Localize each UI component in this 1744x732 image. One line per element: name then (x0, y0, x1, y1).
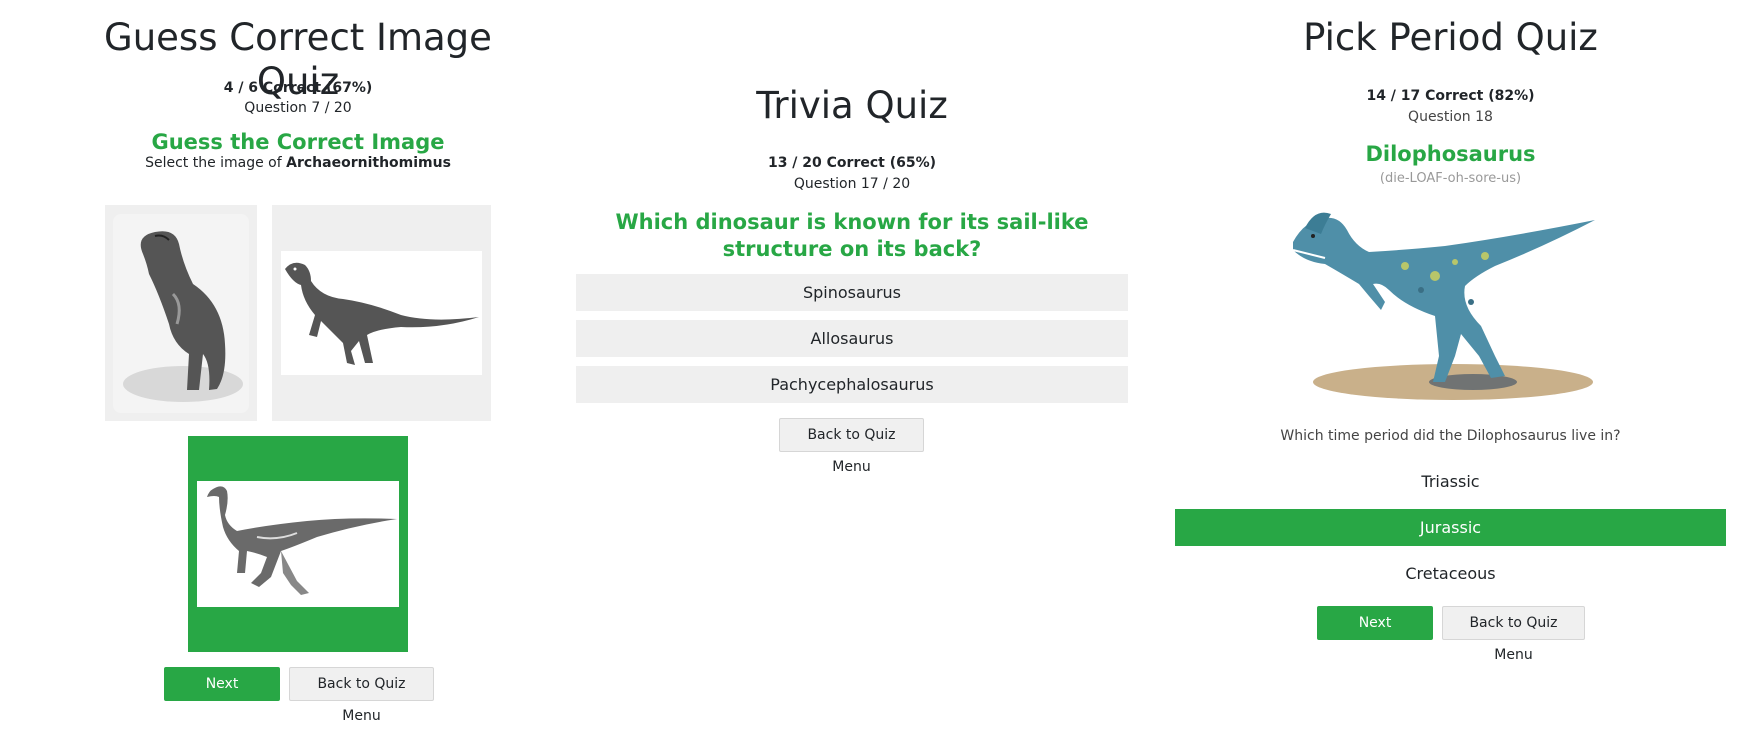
dinosaur-sketch-image-2 (281, 251, 482, 375)
period-option-cretaceous[interactable]: Cretaceous (1175, 555, 1726, 592)
image-option-1[interactable] (105, 205, 257, 421)
trivia-quiz-score: 13 / 20 Correct (65%) (767, 155, 937, 171)
image-quiz-score: 4 / 6 Correct (67%) (223, 80, 373, 96)
dinosaur-sketch-image-1 (113, 214, 249, 413)
trivia-quiz-question-number: Question 17 / 20 (793, 176, 911, 192)
period-quiz-title: Pick Period Quiz (1303, 16, 1598, 59)
next-question-button[interactable]: Next Question (164, 667, 280, 724)
period-option-jurassic[interactable]: Jurassic (1175, 509, 1726, 546)
back-to-quiz-menu-button[interactable]: Back to Quiz Menu (779, 418, 924, 475)
back-to-quiz-menu-button[interactable]: Back to Quiz Menu (1442, 606, 1585, 663)
prompt-dino-name: Archaeornithomimus (286, 155, 451, 171)
dinosaur-name: Dilophosaurus (1365, 142, 1536, 166)
trivia-question-text: Which dinosaur is known for its sail-lik… (615, 210, 1089, 261)
trivia-quiz-title: Trivia Quiz (756, 84, 948, 127)
dilophosaurus-illustration (1285, 206, 1615, 402)
next-question-button[interactable]: Next Question (1317, 606, 1433, 663)
answer-option-1[interactable]: Spinosaurus (576, 274, 1128, 311)
period-question-prompt: Which time period did the Dilophosaurus … (1280, 428, 1621, 444)
image-option-3-selected[interactable] (188, 436, 408, 652)
dinosaur-pronunciation: (die-LOAF-oh-sore-us) (1379, 171, 1522, 186)
back-to-quiz-menu-button[interactable]: Back to Quiz Menu (289, 667, 434, 724)
image-quiz-heading: Guess the Correct Image (151, 130, 445, 154)
image-option-2[interactable] (272, 205, 491, 421)
period-quiz-question-number: Question 18 (1408, 109, 1493, 125)
answer-option-2[interactable]: Allosaurus (576, 320, 1128, 357)
answer-option-3[interactable]: Pachycephalosaurus (576, 366, 1128, 403)
image-quiz-prompt: Select the image of Archaeornithomimus (78, 153, 518, 173)
period-option-triassic[interactable]: Triassic (1175, 463, 1726, 500)
period-quiz-score: 14 / 17 Correct (82%) (1366, 88, 1535, 104)
image-quiz-question-number: Question 7 / 20 (244, 100, 352, 116)
dinosaur-sketch-image-3 (197, 481, 399, 607)
prompt-prefix: Select the image of (145, 155, 287, 171)
